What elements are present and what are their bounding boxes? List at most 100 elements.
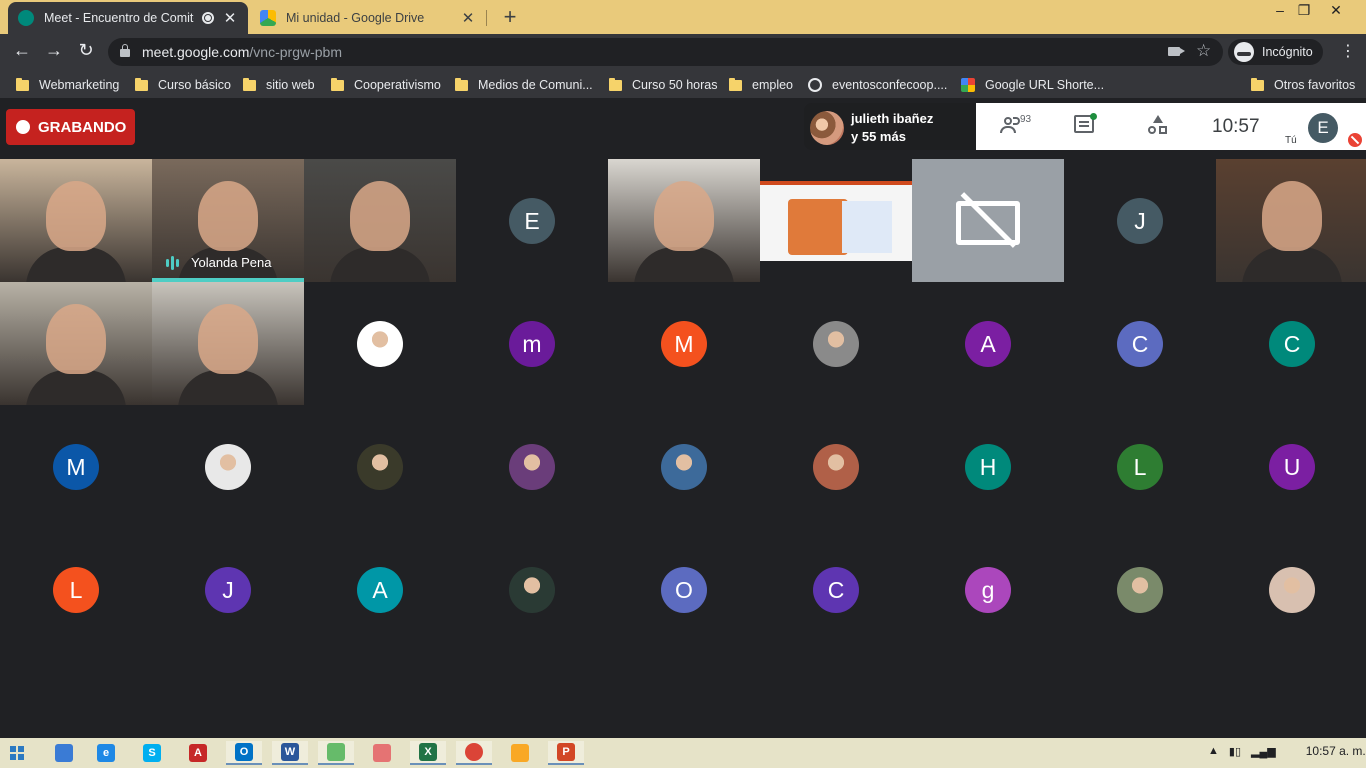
taskbar-powerpoint[interactable]: P [548, 741, 584, 765]
presenter-chip[interactable]: julieth ibañez y 55 más [804, 103, 976, 150]
browser-menu-icon[interactable]: ⋮ [1340, 41, 1356, 61]
participant-tile[interactable]: L [0, 528, 152, 651]
bookmark-otros-favoritos[interactable]: Otros favoritos [1251, 76, 1355, 94]
video-participant-1[interactable] [0, 159, 152, 282]
taskbar-app-generic[interactable] [46, 741, 82, 765]
participant-tile[interactable] [1216, 528, 1366, 651]
taskbar-outlook[interactable]: O [226, 741, 262, 765]
url-text[interactable]: meet.google.com/vnc-prgw-pbm [142, 44, 342, 60]
participant-initial-avatar: C [813, 567, 859, 613]
participant-video-figure [654, 181, 714, 251]
camera-off-tile[interactable] [912, 159, 1064, 282]
taskbar-paint[interactable] [364, 741, 400, 765]
participant-tile[interactable] [608, 405, 760, 528]
windows-taskbar: e S A O W X P ▲ ▮▯ ▂▄▆ 10:57 a. m. [0, 738, 1366, 768]
photo-avatar-tree [661, 444, 707, 490]
participant-tile[interactable] [304, 282, 456, 405]
bookmark-cooperativismo[interactable]: Cooperativismo [331, 76, 441, 94]
tab-meet[interactable]: Meet - Encuentro de Comité ✕ [8, 2, 248, 34]
taskbar-file-explorer[interactable] [502, 741, 538, 765]
activities-icon[interactable] [1148, 115, 1168, 135]
participant-tile[interactable]: H [912, 405, 1064, 528]
camera-in-use-icon[interactable] [1168, 47, 1185, 56]
bookmark-curso-basico[interactable]: Curso básico [135, 76, 231, 94]
participant-tile[interactable]: g [912, 528, 1064, 651]
close-window-button[interactable]: ✕ [1316, 2, 1356, 19]
participant-tile[interactable] [1064, 528, 1216, 651]
taskbar-chrome[interactable] [456, 741, 492, 765]
close-tab-icon[interactable]: ✕ [460, 9, 476, 27]
bookmark-eventos[interactable]: eventosconfecoop.... [808, 76, 947, 94]
taskbar-acrobat[interactable]: A [180, 741, 216, 765]
participant-tile[interactable]: C [1064, 282, 1216, 405]
taskbar-internet-explorer[interactable]: e [88, 741, 124, 765]
acrobat-icon: A [189, 744, 207, 762]
taskbar-word[interactable]: W [272, 741, 308, 765]
participant-tile[interactable] [760, 282, 912, 405]
forward-button[interactable]: → [42, 40, 66, 61]
bookmark-label: Medios de Comuni... [478, 78, 593, 92]
video-participant-10[interactable] [0, 282, 152, 405]
slide-illustration [788, 199, 848, 255]
network-icon[interactable]: ▮▯ [1229, 745, 1241, 758]
bookmark-label: Webmarketing [39, 78, 120, 92]
participant-tile[interactable]: M [608, 282, 760, 405]
participant-initial-avatar: U [1269, 444, 1315, 490]
shared-presentation[interactable] [760, 159, 912, 282]
video-participant-9[interactable] [1216, 159, 1366, 282]
participant-tile[interactable]: A [304, 528, 456, 651]
powerpoint-icon: P [557, 743, 575, 761]
participant-tile[interactable]: E [456, 159, 608, 282]
participant-tile[interactable]: U [1216, 405, 1366, 528]
bookmark-empleo[interactable]: empleo [729, 76, 793, 94]
windows-start-icon[interactable] [10, 746, 24, 760]
signal-icon[interactable]: ▂▄▆ [1251, 745, 1276, 758]
participant-tile[interactable]: C [760, 528, 912, 651]
tab-drive[interactable]: Mi unidad - Google Drive ✕ [250, 2, 486, 34]
bookmark-label: Curso 50 horas [632, 78, 718, 92]
participant-tile[interactable]: O [608, 528, 760, 651]
participant-tile[interactable] [456, 405, 608, 528]
participant-initial-avatar: L [53, 567, 99, 613]
taskbar-app-green[interactable] [318, 741, 354, 765]
video-participant-5[interactable] [608, 159, 760, 282]
show-hidden-icons-icon[interactable]: ▲ [1208, 745, 1219, 757]
video-participant-11[interactable] [152, 282, 304, 405]
bookmark-medios[interactable]: Medios de Comuni... [455, 76, 593, 94]
taskbar-clock[interactable]: 10:57 a. m. [1306, 744, 1366, 758]
speaking-waveform-icon [166, 255, 181, 270]
participant-tile[interactable]: J [152, 528, 304, 651]
address-bar[interactable]: meet.google.com/vnc-prgw-pbm ☆ [108, 38, 1223, 66]
taskbar-excel[interactable]: X [410, 741, 446, 765]
photo-avatar-woman-4 [1269, 567, 1315, 613]
participant-tile[interactable] [456, 528, 608, 651]
bookmark-star-icon[interactable]: ☆ [1196, 41, 1211, 61]
taskbar-skype[interactable]: S [134, 741, 170, 765]
participant-tile[interactable]: L [1064, 405, 1216, 528]
participant-tile[interactable] [760, 405, 912, 528]
video-participant-3[interactable] [304, 159, 456, 282]
lock-icon[interactable] [120, 44, 130, 57]
bookmark-sitio-web[interactable]: sitio web [243, 76, 315, 94]
bookmark-curso-50[interactable]: Curso 50 horas [609, 76, 717, 94]
participant-video-figure [1262, 181, 1322, 251]
reload-button[interactable]: ↻ [74, 40, 98, 61]
participant-tile[interactable]: M [0, 405, 152, 528]
bookmark-url-shortener[interactable]: Google URL Shorte... [961, 76, 1104, 94]
participant-tile[interactable]: A [912, 282, 1064, 405]
camera-off-icon [956, 187, 1020, 253]
new-tab-button[interactable]: + [498, 4, 522, 30]
participant-tile[interactable]: m [456, 282, 608, 405]
close-tab-icon[interactable]: ✕ [222, 9, 238, 27]
participant-tile[interactable] [152, 405, 304, 528]
back-button[interactable]: ← [10, 40, 34, 61]
video-participant-yolanda[interactable]: Yolanda Pena [152, 159, 304, 282]
participant-tile[interactable] [304, 405, 456, 528]
folder-icon [609, 77, 622, 91]
browser-toolbar: ← → ↻ meet.google.com/vnc-prgw-pbm ☆ Inc… [0, 34, 1366, 70]
incognito-profile-button[interactable]: Incógnito [1228, 39, 1323, 65]
participant-tile[interactable]: J [1064, 159, 1216, 282]
self-avatar[interactable]: E [1308, 113, 1338, 143]
participant-tile[interactable]: C [1216, 282, 1366, 405]
bookmark-webmarketing[interactable]: Webmarketing [16, 76, 119, 94]
